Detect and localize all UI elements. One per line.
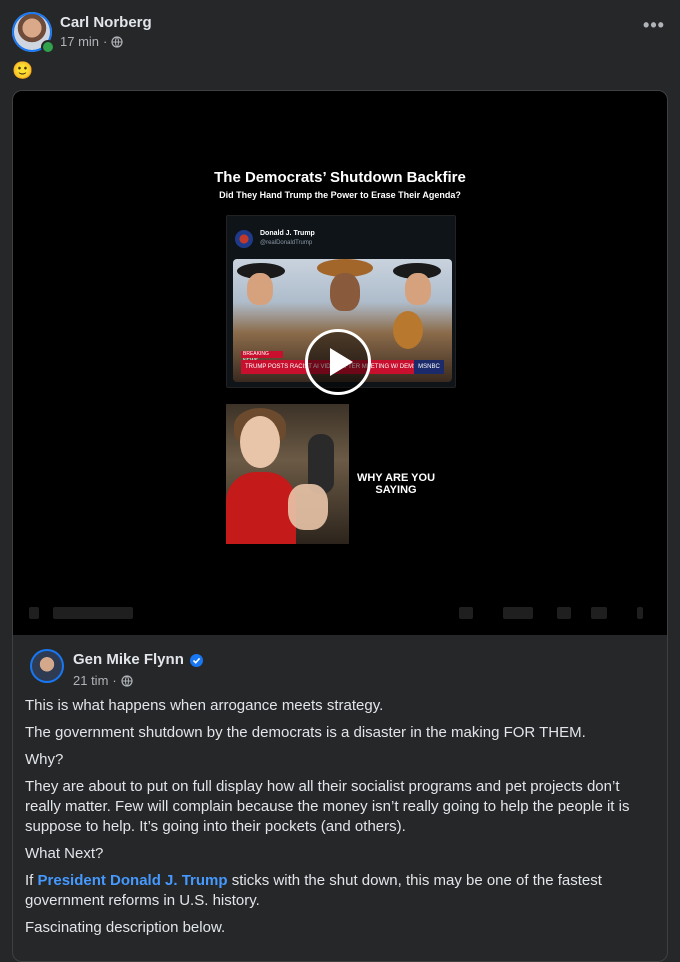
play-button-icon[interactable]	[305, 329, 371, 395]
tweet-avatar	[235, 230, 253, 248]
network-logo: MSNBC	[414, 360, 444, 374]
face-shape	[330, 273, 360, 311]
shared-author-avatar[interactable]	[30, 649, 64, 683]
video-controls-bar	[13, 601, 667, 625]
time-readout	[53, 607, 133, 619]
video-subtitle-overlay: Did They Hand Trump the Power to Erase T…	[219, 190, 461, 200]
globe-icon[interactable]	[111, 35, 123, 48]
captions-icon[interactable]	[503, 607, 533, 619]
shared-post-body: This is what happens when arrogance meet…	[25, 696, 651, 945]
breaking-news-banner: BREAKING NEWS	[241, 351, 283, 364]
post-paragraph: The government shutdown by the democrats…	[25, 724, 586, 741]
tweet-author-name: Donald J. Trump	[260, 230, 315, 237]
post-meta: 17 min ·	[60, 34, 123, 49]
globe-icon[interactable]	[121, 674, 133, 687]
shared-post-card: The Democrats’ Shutdown Backfire Did The…	[12, 90, 668, 962]
shared-post-meta: 21 tim ·	[73, 673, 133, 688]
play-control-icon[interactable]	[29, 607, 39, 619]
fullscreen-icon[interactable]	[591, 607, 607, 619]
face-shape	[247, 273, 273, 305]
settings-icon[interactable]	[459, 607, 473, 619]
post-paragraph: They are about to put on full display ho…	[25, 778, 630, 835]
online-status-indicator	[41, 40, 55, 54]
post-paragraph: This is what happens when arrogance meet…	[25, 697, 384, 714]
shared-author-name[interactable]: Gen Mike Flynn	[73, 651, 184, 668]
verified-badge-icon	[190, 654, 203, 667]
post-time[interactable]: 17 min	[60, 34, 99, 49]
post-paragraph: What Next?	[25, 845, 104, 862]
post-paragraph: Why?	[25, 751, 64, 768]
video-title-overlay: The Democrats’ Shutdown Backfire	[214, 169, 466, 186]
meta-separator: ·	[103, 34, 108, 49]
guitar-shape	[393, 311, 423, 349]
more-options-icon[interactable]: •••	[640, 16, 668, 38]
video-player[interactable]: The Democrats’ Shutdown Backfire Did The…	[13, 91, 667, 635]
mention-link[interactable]: President Donald J. Trump	[38, 872, 228, 889]
author-name[interactable]: Carl Norberg	[60, 14, 152, 31]
post-text-emoji: 🙂	[12, 61, 34, 80]
face-shape	[240, 416, 280, 468]
coat-shape	[226, 472, 296, 544]
post-header: Carl Norberg 17 min · •••	[12, 12, 668, 54]
meta-separator: ·	[112, 673, 117, 688]
tweet-author-handle: @realDonaldTrump	[260, 240, 313, 246]
paragraph-text: If	[25, 872, 38, 889]
hand-shape	[288, 484, 328, 530]
face-shape	[405, 273, 431, 305]
shared-post-time[interactable]: 21 tim	[73, 673, 108, 688]
more-video-options-icon[interactable]	[637, 607, 643, 619]
video-clip-frame	[226, 404, 349, 544]
post-paragraph: Fascinating description below.	[25, 919, 226, 936]
video-caption: WHY ARE YOU SAYING	[356, 472, 436, 496]
volume-icon[interactable]	[557, 607, 571, 619]
post-paragraph: If President Donald J. Trump sticks with…	[25, 871, 651, 911]
